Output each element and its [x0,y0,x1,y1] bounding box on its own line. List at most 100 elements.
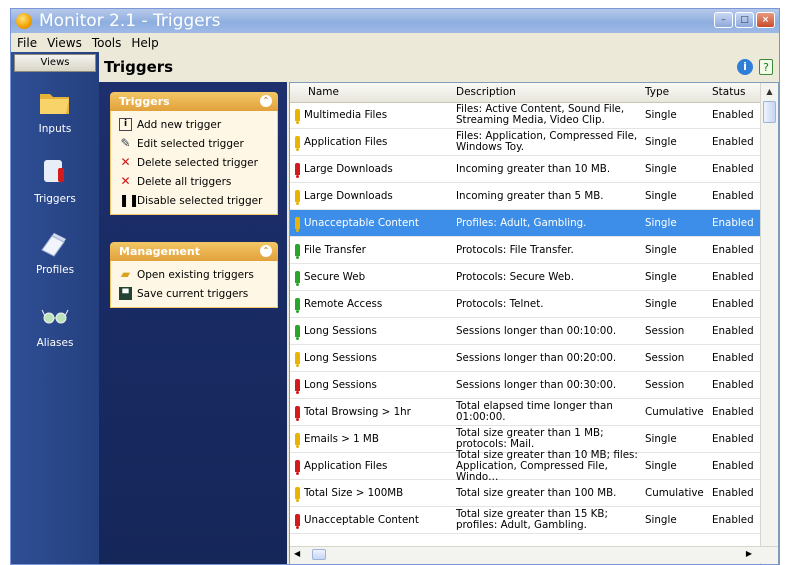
menu-tools[interactable]: Tools [92,36,122,50]
menu-help[interactable]: Help [131,36,158,50]
scroll-left-icon[interactable]: ◀ [294,549,300,558]
cell-type-text: Single [645,135,677,148]
delete-trigger-link[interactable]: ✕ Delete selected trigger [119,153,271,172]
delete-trigger-label: Delete selected trigger [137,156,258,169]
cell-description: Protocols: Secure Web. [456,264,642,290]
cell-description-text: Sessions longer than 00:10:00. [456,324,617,337]
title-bar[interactable]: Monitor 2.1 - Triggers – □ × [11,9,779,33]
cell-status-text: Enabled [712,162,754,175]
cell-status-text: Enabled [712,351,754,364]
maximize-button[interactable]: □ [735,12,754,28]
management-group: Management ⌃ ▰ Open existing triggers ▀ … [110,242,278,308]
cell-description: Files: Application, Compressed File, Win… [456,129,642,155]
priority-flag-icon [295,244,300,259]
collapse-management-icon[interactable]: ⌃ [260,245,272,257]
cell-status-text: Enabled [712,108,754,121]
cell-description-text: Profiles: Adult, Gambling. [456,216,587,229]
cell-name: Application Files [295,453,443,479]
delete-all-triggers-link[interactable]: ✕ Delete all triggers [119,172,271,191]
rail-item-profiles[interactable]: Profiles [11,227,99,276]
rail-item-inputs[interactable]: Inputs [11,86,99,135]
cell-status: Enabled [712,426,767,452]
cell-description-text: Files: Active Content, Sound File, Strea… [456,103,625,126]
table-row[interactable]: Secure Web Protocols: Secure Web. Single En… [290,264,760,291]
cell-type: Cumulative [645,480,705,506]
cell-name: Remote Access [295,291,443,317]
vertical-scroll-thumb[interactable] [763,101,776,123]
cell-name-text: Multimedia Files [304,108,388,121]
management-group-title: Management [119,245,200,258]
cell-status: Enabled [712,480,767,506]
table-row[interactable]: Long Sessions Sessions longer than 00:10:… [290,318,760,345]
cell-status: Enabled [712,210,767,236]
save-icon: ▀ [119,287,132,300]
cell-type: Single [645,291,705,317]
table-row[interactable]: Large Downloads Incoming greater than 10 … [290,156,760,183]
page-header: Triggers i ? [99,52,779,82]
open-triggers-link[interactable]: ▰ Open existing triggers [119,265,271,284]
scroll-up-icon[interactable]: ▲ [761,83,778,100]
cell-status-text: Enabled [712,243,754,256]
cell-name: Large Downloads [295,156,443,182]
triggers-group-header[interactable]: Triggers ⌃ [110,92,278,111]
cell-description: Protocols: File Transfer. [456,237,642,263]
management-group-header[interactable]: Management ⌃ [110,242,278,261]
cell-description-text: Sessions longer than 00:30:00. [456,378,617,391]
save-triggers-link[interactable]: ▀ Save current triggers [119,284,271,303]
table-row[interactable]: Long Sessions Sessions longer than 00:30:… [290,372,760,399]
cell-name-text: Application Files [304,459,388,472]
cell-type: Session [645,318,705,344]
table-row[interactable]: Unacceptable Content Total size greater t… [290,507,760,534]
cell-description: Protocols: Telnet. [456,291,642,317]
collapse-icon[interactable]: ⌃ [260,95,272,107]
vertical-scrollbar[interactable]: ▲ ▼ [760,83,778,564]
table-row[interactable]: Long Sessions Sessions longer than 00:20:… [290,345,760,372]
edit-trigger-link[interactable]: ✎ Edit selected trigger [119,134,271,153]
menu-file[interactable]: File [17,36,37,50]
cell-description: Sessions longer than 00:10:00. [456,318,642,344]
info-icon[interactable]: i [737,59,753,75]
add-trigger-link[interactable]: i Add new trigger [119,115,271,134]
priority-flag-icon [295,352,300,367]
priority-flag-icon [295,271,300,286]
priority-flag-icon [295,109,300,124]
table-row[interactable]: Unacceptable Content Profiles: Adult, Gam… [290,210,760,237]
rail-item-triggers[interactable]: Triggers [11,156,99,205]
triggers-icon [44,160,64,182]
col-description[interactable]: Description [456,86,516,98]
cell-description: Total size greater than 10 MB; files: Ap… [456,449,642,482]
cell-name-text: Total Size > 100MB [304,486,404,499]
cell-name-text: Application Files [304,135,388,148]
table-row[interactable]: Large Downloads Incoming greater than 5 M… [290,183,760,210]
table-row[interactable]: Application Files Total size greater than… [290,449,760,482]
rail-item-aliases[interactable]: Aliases [11,300,99,349]
cell-name-text: Long Sessions [304,378,377,391]
close-button[interactable]: × [756,12,775,28]
cell-status: Enabled [712,129,767,155]
table-row[interactable]: Total Size > 100MB Total size greater tha… [290,480,760,507]
table-row[interactable]: File Transfer Protocols: File Transfer. Si… [290,237,760,264]
minimize-button[interactable]: – [714,12,733,28]
triggers-group-title: Triggers [119,95,170,108]
table-row[interactable]: Application Files Files: Application, Com… [290,129,760,156]
cell-description: Total size greater than 100 MB. [456,480,642,506]
disable-trigger-link[interactable]: ❚❚ Disable selected trigger [119,191,271,210]
cell-name: Long Sessions [295,372,443,398]
table-row[interactable]: Remote Access Protocols: Telnet. Single Ena… [290,291,760,318]
cell-status: Enabled [712,345,767,371]
horizontal-scrollbar[interactable]: ◀ ▶ [290,546,778,563]
add-icon: i [119,118,132,131]
cell-type: Single [645,453,705,479]
cell-name-text: Remote Access [304,297,383,310]
views-header[interactable]: Views [14,54,96,72]
scroll-right-icon[interactable]: ▶ [746,549,752,558]
col-status[interactable]: Status [712,86,745,98]
table-row[interactable]: Total Browsing > 1hr Total elapsed time l… [290,399,760,426]
menu-views[interactable]: Views [47,36,82,50]
col-type[interactable]: Type [645,86,669,98]
col-name[interactable]: Name [308,86,339,98]
table-row[interactable]: Multimedia Files Files: Active Content, S… [290,102,760,129]
horizontal-scroll-thumb[interactable] [312,549,326,560]
help-icon[interactable]: ? [759,59,773,75]
table-header: Name Description Type Status [290,83,760,103]
